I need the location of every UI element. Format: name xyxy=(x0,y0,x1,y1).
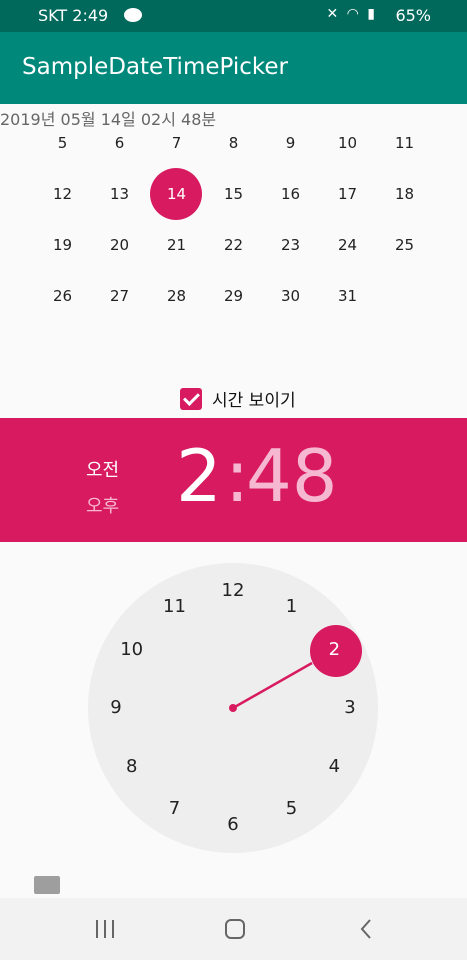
calendar-day[interactable]: 21 xyxy=(148,227,205,263)
calendar-day-selected[interactable]: 14 xyxy=(148,176,205,212)
clock-number-8[interactable]: 8 xyxy=(112,752,152,782)
calendar-day[interactable]: 23 xyxy=(262,227,319,263)
hour-display[interactable]: 2 xyxy=(176,440,222,512)
clock-number-7[interactable]: 7 xyxy=(155,794,195,824)
calendar-day[interactable]: 9 xyxy=(262,128,319,161)
clock-number-5[interactable]: 5 xyxy=(272,794,312,824)
signal-wifi-mute-icons: ✕ ◠ ▮ xyxy=(326,6,377,22)
calendar-day[interactable]: 6 xyxy=(91,128,148,161)
calendar-day[interactable]: 15 xyxy=(205,176,262,212)
selected-datetime-text: 2019년 05월 14일 02시 48분 xyxy=(0,110,217,129)
clock-number-3[interactable]: 3 xyxy=(330,693,370,723)
am-toggle[interactable]: 오전 xyxy=(86,456,119,482)
home-icon[interactable] xyxy=(220,916,250,942)
calendar-day[interactable]: 16 xyxy=(262,176,319,212)
calendar-day[interactable]: 13 xyxy=(91,176,148,212)
status-bar: SKT 2:49 ✕ ◠ ▮ 65% xyxy=(0,0,467,32)
calendar-day[interactable]: 19 xyxy=(34,227,91,263)
app-title: SampleDateTimePicker xyxy=(22,54,289,80)
calendar-grid: 5 6 7 8 9 10 11 12 13 14 15 16 17 18 19 20 21 22 23 24 25 26 2… xyxy=(34,128,434,328)
calendar-day[interactable]: 11 xyxy=(376,128,433,161)
calendar-day[interactable]: 7 xyxy=(148,128,205,161)
clock-number-12[interactable]: 12 xyxy=(213,576,253,606)
calendar-day[interactable]: 17 xyxy=(319,176,376,212)
clock-number-11[interactable]: 11 xyxy=(155,592,195,622)
time-header: 오전 오후 2 : 48 xyxy=(0,418,467,542)
checkbox-checked-icon[interactable] xyxy=(180,387,202,410)
calendar-day[interactable]: 25 xyxy=(376,227,433,263)
kakaotalk-notification-icon xyxy=(124,8,142,22)
clock-number-1[interactable]: 1 xyxy=(272,592,312,622)
clock-number-4[interactable]: 4 xyxy=(314,752,354,782)
calendar-day[interactable]: 31 xyxy=(319,278,376,314)
calendar-day[interactable]: 12 xyxy=(34,176,91,212)
calendar-day[interactable]: 10 xyxy=(319,128,376,161)
calendar-day[interactable]: 29 xyxy=(205,278,262,314)
calendar-day[interactable]: 22 xyxy=(205,227,262,263)
clock-number-6[interactable]: 6 xyxy=(213,810,253,840)
battery-level: 65% xyxy=(395,6,431,25)
pm-toggle[interactable]: 오후 xyxy=(86,492,119,518)
calendar-day[interactable]: 20 xyxy=(91,227,148,263)
back-icon[interactable] xyxy=(352,916,382,942)
calendar-day[interactable]: 28 xyxy=(148,278,205,314)
calendar-day[interactable]: 18 xyxy=(376,176,433,212)
clock-number-2[interactable]: 2 xyxy=(314,635,354,665)
calendar-day[interactable]: 8 xyxy=(205,128,262,161)
calendar-day[interactable]: 30 xyxy=(262,278,319,314)
calendar-day[interactable]: 26 xyxy=(34,278,91,314)
calendar-day[interactable]: 5 xyxy=(34,128,91,161)
keyboard-icon[interactable] xyxy=(34,876,60,894)
navigation-bar xyxy=(0,898,467,960)
show-time-label: 시간 보이기 xyxy=(212,391,296,411)
status-carrier-time: SKT 2:49 xyxy=(38,6,109,25)
clock-face[interactable]: 12 1 2 3 4 5 6 7 8 9 10 11 xyxy=(88,563,378,853)
calendar-day[interactable]: 27 xyxy=(91,278,148,314)
clock-number-10[interactable]: 10 xyxy=(112,635,152,665)
show-time-checkbox[interactable]: 시간 보이기 xyxy=(180,386,296,411)
clock-number-9[interactable]: 9 xyxy=(96,693,136,723)
calendar-day[interactable]: 24 xyxy=(319,227,376,263)
minute-display[interactable]: 48 xyxy=(246,440,338,512)
recent-apps-icon[interactable] xyxy=(90,916,120,942)
app-bar: SampleDateTimePicker xyxy=(0,32,467,104)
